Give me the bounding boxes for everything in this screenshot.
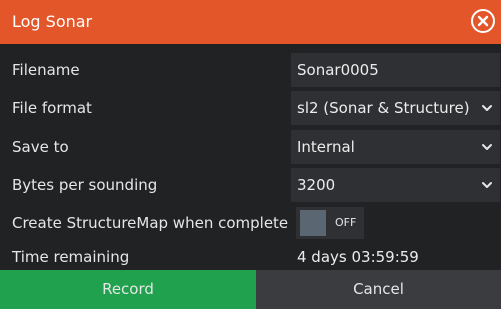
structuremap-label: Create StructureMap when complete xyxy=(12,214,289,232)
log-sonar-dialog: Log Sonar Filename Sonar0005 File format… xyxy=(0,0,501,309)
chevron-down-icon xyxy=(482,182,492,188)
cancel-button[interactable]: Cancel xyxy=(256,270,501,309)
save-to-value: Internal xyxy=(297,138,355,156)
file-format-label: File format xyxy=(12,99,92,117)
bytes-per-sounding-value: 3200 xyxy=(297,176,336,194)
close-icon xyxy=(477,15,489,27)
save-to-label: Save to xyxy=(12,138,69,156)
bytes-per-sounding-row: Bytes per sounding 3200 xyxy=(0,166,501,204)
bytes-per-sounding-label: Bytes per sounding xyxy=(12,176,158,194)
file-format-value: sl2 (Sonar & Structure) xyxy=(297,99,470,117)
filename-value: Sonar0005 xyxy=(297,61,379,79)
save-to-dropdown[interactable]: Internal xyxy=(291,130,500,164)
structuremap-row: Create StructureMap when complete OFF xyxy=(0,204,501,242)
save-to-row: Save to Internal xyxy=(0,128,501,166)
structuremap-toggle[interactable]: OFF xyxy=(296,207,364,239)
file-format-row: File format sl2 (Sonar & Structure) xyxy=(0,89,501,127)
chevron-down-icon xyxy=(482,105,492,111)
close-button[interactable] xyxy=(471,9,495,33)
toggle-knob xyxy=(300,210,326,236)
filename-row: Filename Sonar0005 xyxy=(0,51,501,89)
file-format-dropdown[interactable]: sl2 (Sonar & Structure) xyxy=(291,91,500,125)
bytes-per-sounding-dropdown[interactable]: 3200 xyxy=(291,168,500,202)
toggle-state-text: OFF xyxy=(335,216,357,229)
dialog-title: Log Sonar xyxy=(12,12,93,31)
record-button[interactable]: Record xyxy=(0,270,256,309)
dialog-titlebar: Log Sonar xyxy=(0,0,501,44)
filename-field[interactable]: Sonar0005 xyxy=(291,53,500,87)
chevron-down-icon xyxy=(482,144,492,150)
filename-label: Filename xyxy=(12,61,80,79)
